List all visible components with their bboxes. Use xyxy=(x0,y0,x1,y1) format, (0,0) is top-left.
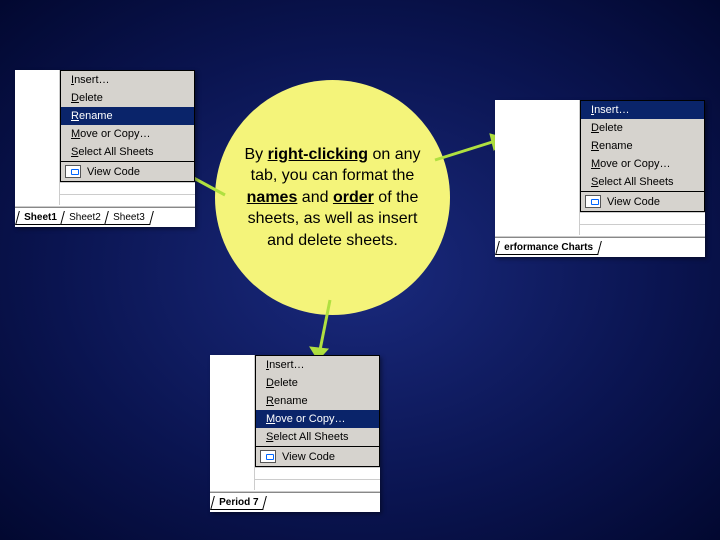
callout-text: By right-clicking on any tab, you can fo… xyxy=(243,144,422,252)
context-menu-panel-move: Insert… Delete Rename Move or Copy… Sele… xyxy=(210,355,380,512)
callout-bold-order: order xyxy=(333,189,374,206)
menu-item-delete[interactable]: Delete xyxy=(61,89,194,107)
sheet-tab[interactable]: Sheet3 xyxy=(104,211,153,225)
menu-item-insert[interactable]: Insert… xyxy=(61,71,194,89)
view-code-icon xyxy=(65,165,81,178)
sheet-tab-strip: erformance Charts xyxy=(495,237,705,257)
spreadsheet-gutter xyxy=(495,100,580,235)
menu-item-view-code[interactable]: View Code xyxy=(580,192,705,212)
view-code-icon xyxy=(585,195,601,208)
menu-item-select-all-sheets[interactable]: Select All Sheets xyxy=(61,143,194,161)
sheet-tab[interactable]: erformance Charts xyxy=(495,241,602,255)
context-menu-panel-rename: Insert… Delete Rename Move or Copy… Sele… xyxy=(15,70,195,227)
menu-item-delete[interactable]: Delete xyxy=(256,374,379,392)
menu-item-view-code[interactable]: View Code xyxy=(255,447,380,467)
context-menu-panel-insert: Insert… Delete Rename Move or Copy… Sele… xyxy=(495,100,705,257)
spreadsheet-gutter xyxy=(210,355,255,490)
menu-item-select-all-sheets[interactable]: Select All Sheets xyxy=(256,428,379,446)
sheet-tab-strip: Sheet1 Sheet2 Sheet3 xyxy=(15,207,195,227)
sheet-tab[interactable]: Sheet1 xyxy=(15,211,66,225)
menu-item-rename[interactable]: Rename xyxy=(61,107,194,125)
callout-bold-rightclick: right-clicking xyxy=(268,146,368,163)
menu-item-move-or-copy[interactable]: Move or Copy… xyxy=(581,155,704,173)
menu-item-rename[interactable]: Rename xyxy=(256,392,379,410)
menu-item-insert[interactable]: Insert… xyxy=(256,356,379,374)
sheet-context-menu: Insert… Delete Rename Move or Copy… Sele… xyxy=(580,100,705,192)
menu-item-rename[interactable]: Rename xyxy=(581,137,704,155)
menu-item-view-code[interactable]: View Code xyxy=(60,162,195,182)
spreadsheet-gutter xyxy=(15,70,60,205)
menu-item-move-or-copy[interactable]: Move or Copy… xyxy=(61,125,194,143)
sheet-tab[interactable]: Period 7 xyxy=(210,496,267,510)
callout-bold-names: names xyxy=(247,189,298,206)
callout-bubble: By right-clicking on any tab, you can fo… xyxy=(215,80,450,315)
menu-item-select-all-sheets[interactable]: Select All Sheets xyxy=(581,173,704,191)
sheet-tab[interactable]: Sheet2 xyxy=(60,211,109,225)
menu-item-move-or-copy[interactable]: Move or Copy… xyxy=(256,410,379,428)
sheet-context-menu: Insert… Delete Rename Move or Copy… Sele… xyxy=(255,355,380,447)
sheet-context-menu: Insert… Delete Rename Move or Copy… Sele… xyxy=(60,70,195,162)
callout-text-part: and xyxy=(297,189,333,206)
view-code-icon xyxy=(260,450,276,463)
menu-item-insert[interactable]: Insert… xyxy=(581,101,704,119)
menu-item-delete[interactable]: Delete xyxy=(581,119,704,137)
sheet-tab-strip: Period 7 xyxy=(210,492,380,512)
callout-text-part: By xyxy=(244,146,267,163)
